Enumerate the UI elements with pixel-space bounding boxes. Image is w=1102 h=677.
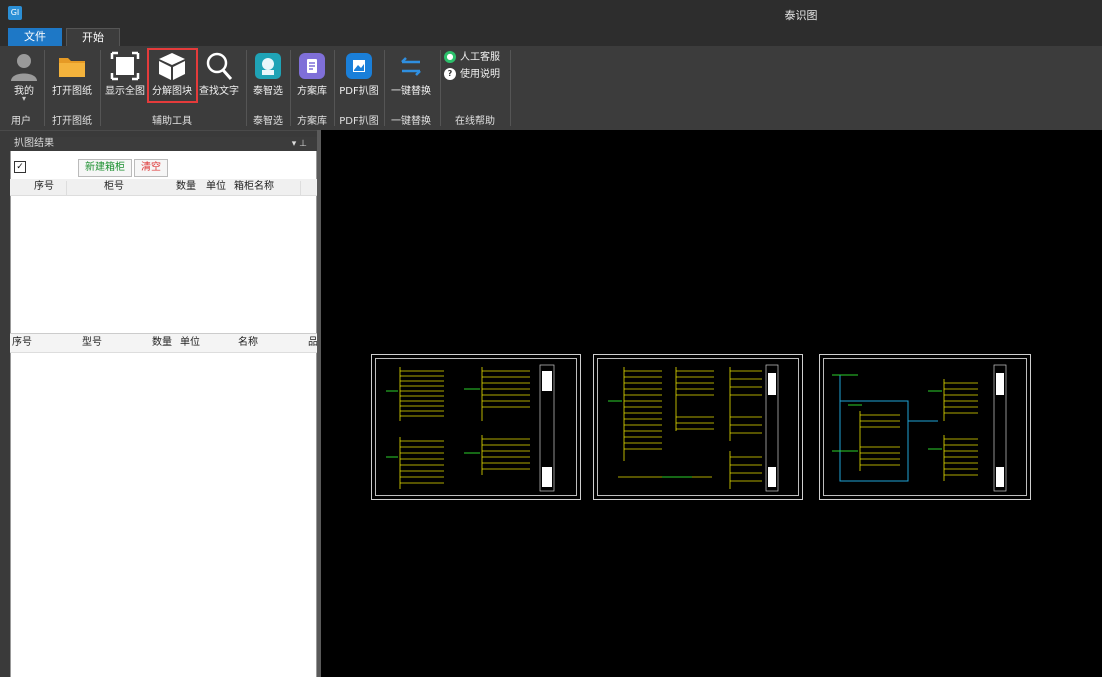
group-label-replace: 一键替换 [391,116,431,127]
cabinet-table-header: 序号 柜号 数量 单位 箱柜名称 [10,179,317,196]
col-index[interactable]: 序号 [34,179,54,195]
col-unit[interactable]: 单位 [180,334,200,352]
group-separator [334,50,335,126]
search-icon [206,52,233,80]
schematic-drawing [386,364,555,492]
fit-all-button[interactable]: 显示全图 [102,48,148,106]
group-separator [44,50,45,126]
group-separator [246,50,247,126]
highlight-annotation [147,48,198,103]
pdf-extract-button[interactable]: PDF扒图 [336,48,382,106]
customer-service-link[interactable]: ● 人工客服 [444,51,500,65]
drawing-sheet[interactable] [593,354,803,500]
schematic-drawing [832,364,1007,492]
find-text-button[interactable]: 查找文字 [196,48,242,106]
pin-icon[interactable]: ▾ ⊥ [292,137,307,151]
col-unit[interactable]: 单位 [206,179,226,195]
window-title: 泰识图 [784,9,818,22]
tab-file[interactable]: 文件 [8,28,62,46]
drawing-canvas[interactable] [321,130,1102,677]
col-cabinet-no[interactable]: 柜号 [104,179,124,195]
group-label-schemes: 方案库 [297,116,327,127]
swap-icon [401,57,421,76]
tab-home[interactable]: 开始 [66,28,120,47]
folder-icon [59,58,85,77]
fit-screen-icon [110,51,140,81]
clear-button[interactable]: 清空 [134,159,168,177]
column-divider [66,181,67,195]
col-model[interactable]: 型号 [82,334,102,352]
panel-header: 扒图结果 ▾ ⊥ [10,137,317,151]
chat-icon: ● [444,51,456,63]
group-separator [100,50,101,126]
taizhixuan-button[interactable]: 泰智选 [248,48,288,106]
user-icon [11,54,37,81]
me-button[interactable]: 我的 ▾ [6,48,42,106]
document-icon [299,53,325,79]
group-label-help: 在线帮助 [455,116,495,127]
user-manual-link[interactable]: ? 使用说明 [444,68,500,82]
group-separator [290,50,291,126]
new-cabinet-button[interactable]: 新建箱柜 [78,159,132,177]
open-drawing-button[interactable]: 打开图纸 [48,48,96,106]
title-bar: GI 泰识图 [0,0,1102,28]
component-table-header: 序号 型号 数量 单位 名称 品 [10,333,318,353]
panel-border [10,151,11,677]
dropdown-arrow-icon: ▾ [21,94,26,103]
one-click-replace-button[interactable]: 一键替换 [386,48,436,106]
ribbon-tabs: 文件 开始 [0,28,1102,47]
group-separator [440,50,441,126]
help-icon: ? [444,68,456,80]
extract-results-panel: 扒图结果 ▾ ⊥ ✓ 新建箱柜 清空 序号 柜号 数量 单位 箱柜名称 序号 型… [10,137,318,677]
group-label-tools: 辅助工具 [152,116,192,127]
group-label-open: 打开图纸 [52,116,92,127]
drawing-sheet[interactable] [371,354,581,500]
assistant-icon [255,53,281,79]
image-icon [346,53,372,79]
select-all-checkbox[interactable]: ✓ [14,161,26,173]
group-label-taizhixuan: 泰智选 [253,116,283,127]
panel-title: 扒图结果 [14,138,54,149]
col-cabinet-name[interactable]: 箱柜名称 [234,179,274,195]
group-separator [384,50,385,126]
group-label-user: 用户 [11,116,31,127]
column-divider [300,181,301,195]
schematic-drawing [608,364,779,492]
col-name[interactable]: 名称 [238,334,258,352]
scheme-library-button[interactable]: 方案库 [292,48,332,106]
col-quantity[interactable]: 数量 [176,179,196,195]
col-index[interactable]: 序号 [12,334,32,352]
drawing-sheet[interactable] [819,354,1031,500]
group-separator [510,50,511,126]
col-quantity[interactable]: 数量 [152,334,172,352]
group-label-pdf: PDF扒图 [339,116,379,127]
